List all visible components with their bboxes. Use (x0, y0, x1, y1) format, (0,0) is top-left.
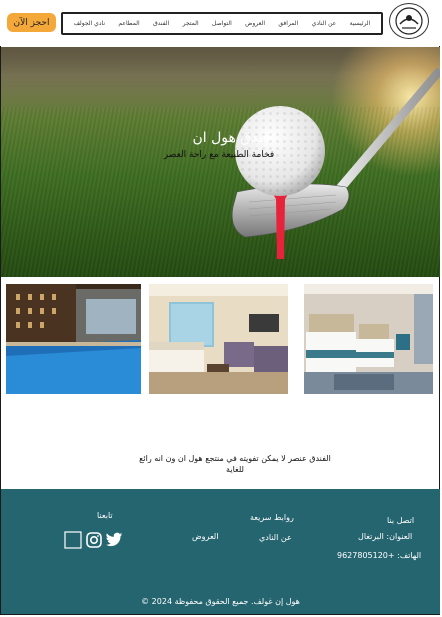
hero-title: فندق هول ان (192, 130, 270, 146)
contact-phone: الهاتف: +9627805120 (337, 551, 422, 560)
hero-banner: فندق هول ان فخامة الطبيعة مع راحة العصر (1, 47, 440, 277)
nav-item-hotel[interactable]: الفندق (153, 20, 169, 27)
hotel-twin-bedroom-photo (304, 284, 433, 394)
main-nav: الرئيسية عن النادي المرافق العروض التواص… (61, 12, 383, 35)
golf-club-logo-icon[interactable] (389, 3, 429, 39)
contact-address: العنوان: البرتغال (358, 532, 413, 541)
site-footer: اتصل بنا العنوان: البرتغال الهاتف: +9627… (1, 489, 440, 614)
nav-item-facilities[interactable]: المرافق (278, 20, 298, 27)
nav-item-restaurants[interactable]: المطاعم (118, 20, 139, 27)
golf-ball-club-image (231, 67, 440, 259)
nav-item-home[interactable]: الرئيسية (350, 20, 371, 27)
facebook-icon[interactable] (64, 531, 82, 549)
hero-subtitle: فخامة الطبيعة مع راحة العصر (163, 150, 275, 160)
nav-item-golf-club[interactable]: نادي الجولف (74, 20, 105, 27)
instagram-icon[interactable] (85, 531, 103, 549)
twitter-icon[interactable] (105, 531, 123, 549)
nav-item-store[interactable]: المتجر (183, 20, 199, 27)
quick-links-title: روابط سريعة (250, 513, 294, 522)
contact-title: اتصل بنا (387, 516, 415, 525)
footer-link-about[interactable]: عن النادي (259, 533, 292, 542)
follow-title: تابعنا (97, 511, 113, 520)
book-now-button[interactable]: احجز الآن (7, 13, 56, 32)
copyright-text: هول إن غولف. جميع الحقوق محفوظة 2024 © (141, 597, 300, 606)
nav-item-contact[interactable]: التواصل (212, 20, 232, 27)
nav-item-about[interactable]: عن النادي (312, 20, 337, 27)
nav-item-offers[interactable]: العروض (245, 20, 265, 27)
intro-text: الفندق عنصر لا يمكن تفويته في منتجع هول … (139, 454, 331, 474)
site-header: الرئيسية عن النادي المرافق العروض التواص… (0, 0, 442, 46)
hotel-lounge-room-photo (149, 284, 288, 394)
footer-link-offers[interactable]: العروض (192, 532, 218, 541)
indoor-pool-photo (6, 284, 141, 394)
